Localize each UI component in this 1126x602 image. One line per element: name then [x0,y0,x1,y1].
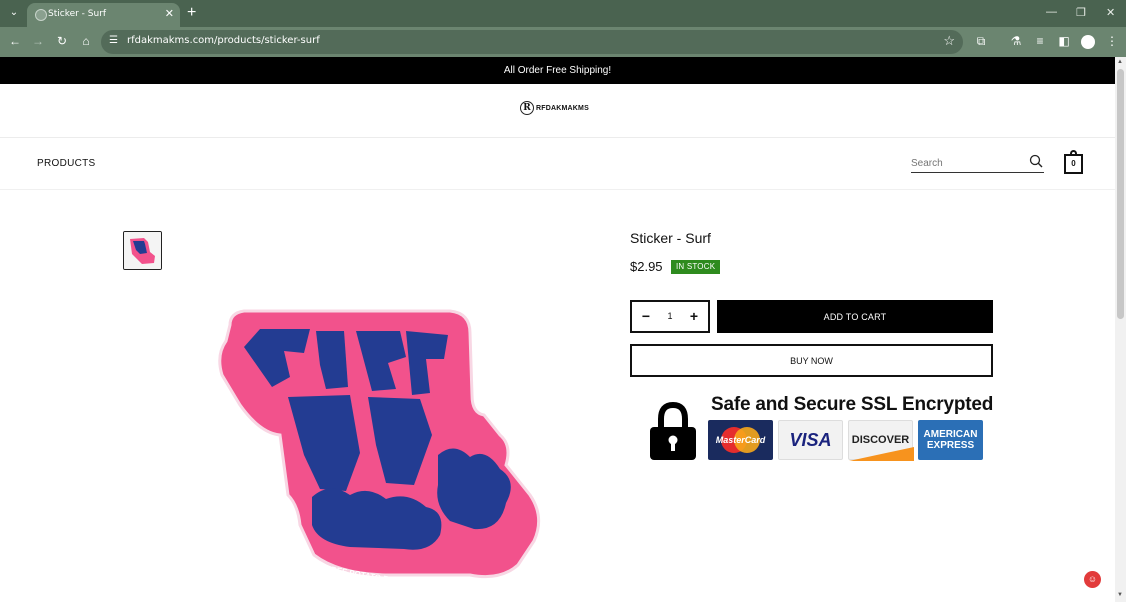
address-bar[interactable]: ☰ rfdakmakms.com/products/sticker-surf ☆ [101,30,963,54]
increment-button[interactable]: + [686,308,702,324]
lock-icon [650,401,696,460]
card-label: VISA [789,429,832,450]
discover-logo: DISCOVER [848,420,914,461]
scroll-down-icon[interactable]: ▼ [1117,592,1123,598]
add-to-cart-button[interactable]: ADD TO CART [717,300,993,333]
media-icon[interactable]: ≡ [1032,34,1048,48]
nav-products-link[interactable]: PRODUCTS [37,158,96,169]
favicon-icon [35,9,47,21]
product-thumbnail[interactable] [123,231,162,270]
url-text[interactable]: rfdakmakms.com/products/sticker-surf [127,35,320,46]
new-tab-icon[interactable]: + [187,4,196,22]
logo-text: RFDAKMAKMS [536,104,589,112]
discover-swoosh-icon [849,447,914,461]
scroll-thumb[interactable] [1117,69,1124,319]
search-field [911,153,1044,173]
star-icon[interactable]: ☆ [943,33,955,49]
thumbnail-image [124,232,161,269]
site-logo[interactable]: R RFDAKMAKMS [520,100,589,116]
scroll-up-icon[interactable]: ▲ [1117,59,1123,65]
search-input[interactable] [911,155,1023,171]
reload-icon[interactable]: ↻ [54,34,70,48]
profile-icon[interactable] [1081,35,1095,49]
visa-logo: VISA [778,420,843,460]
back-icon[interactable]: ← [7,34,23,48]
search-icon[interactable] [1029,154,1043,168]
window-close-icon[interactable]: ✕ [1106,6,1115,19]
nav-divider [0,189,1115,190]
cart-bag-icon [1070,150,1077,155]
quantity-input[interactable]: 1 [657,311,683,321]
page-scrollbar[interactable]: ▲ ▼ [1115,57,1126,602]
browser-tab[interactable]: Sticker - Surf ✕ [27,3,180,27]
header-divider [0,137,1115,138]
card-label: AMERICAN EXPRESS [923,429,978,451]
tab-title: Sticker - Surf [48,9,107,19]
restore-icon[interactable]: ❐ [1076,6,1086,19]
card-label: MasterCard [715,435,766,445]
decrement-button[interactable]: − [638,308,654,324]
home-icon[interactable]: ⌂ [78,34,94,48]
product-image: THREE POTATO FOUR [218,309,541,587]
amex-logo: AMERICAN EXPRESS [918,420,983,460]
tab-list-icon[interactable]: ⌄ [6,5,22,21]
cart-count: 0 [1071,159,1076,168]
secure-checkout-title: Safe and Secure SSL Encrypted [711,394,994,415]
mastercard-logo: MasterCard [708,420,773,460]
product-price: $2.95 [630,259,663,274]
close-icon[interactable]: ✕ [165,7,174,20]
web-page: All Order Free Shipping! R RFDAKMAKMS PR… [0,57,1115,602]
stock-badge: IN STOCK [671,260,721,274]
labs-icon[interactable]: ⚗ [1008,34,1024,48]
sidebar-icon[interactable]: ◧ [1056,34,1072,48]
browser-tab-strip: ⌄ Sticker - Surf ✕ + — ❐ ✕ [0,0,1126,27]
logo-mark: R [520,101,534,115]
site-info-icon[interactable]: ☰ [109,35,118,46]
browser-toolbar: ← → ↻ ⌂ ☰ rfdakmakms.com/products/sticke… [0,27,1126,57]
announcement-bar: All Order Free Shipping! [0,57,1115,84]
product-title: Sticker - Surf [630,230,711,246]
forward-icon[interactable]: → [30,34,46,48]
chat-help-button[interactable]: ☺ [1084,571,1101,588]
extensions-icon[interactable]: ⧉ [973,34,989,49]
cart-button[interactable]: 0 [1064,150,1083,174]
minimize-icon[interactable]: — [1046,6,1057,18]
menu-icon[interactable]: ⋮ [1104,34,1120,48]
quantity-stepper: − 1 + [630,300,710,333]
buy-now-button[interactable]: BUY NOW [630,344,993,377]
